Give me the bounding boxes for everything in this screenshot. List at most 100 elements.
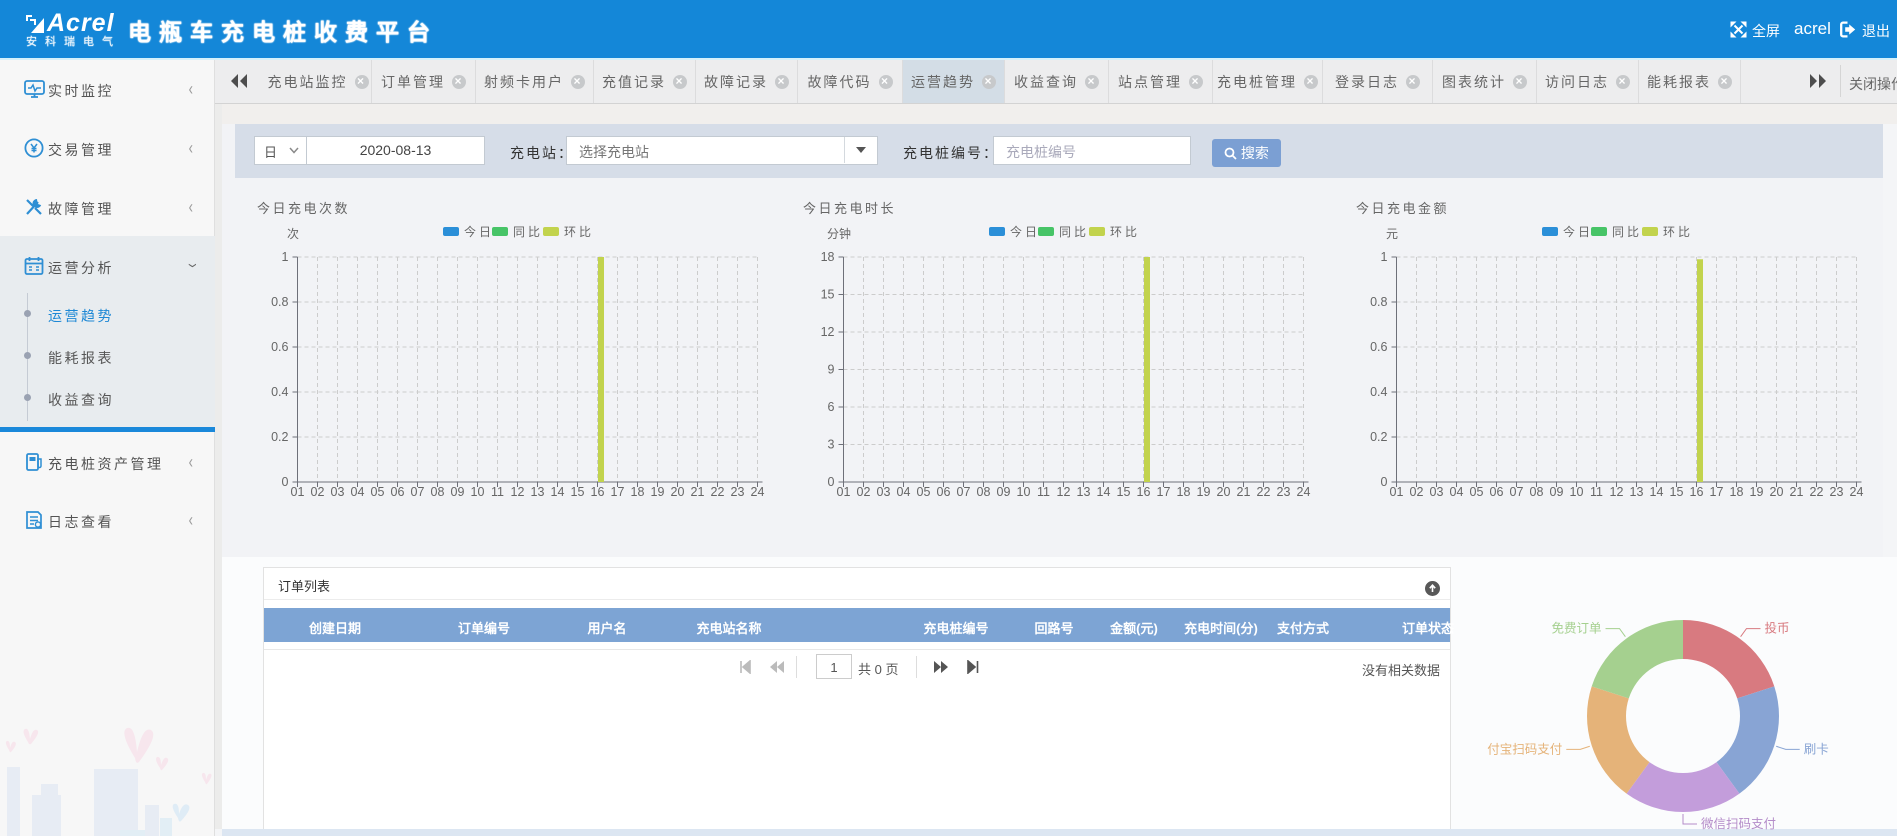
svg-text:3: 3 [828,438,835,452]
svg-text:24: 24 [751,485,765,499]
svg-text:10: 10 [1017,485,1031,499]
svg-text:02: 02 [311,485,325,499]
svg-text:17: 17 [1710,485,1724,499]
svg-text:0.8: 0.8 [1370,295,1387,309]
svg-text:10: 10 [471,485,485,499]
svg-text:15: 15 [1117,485,1131,499]
svg-text:今日充电次数: 今日充电次数 [257,201,350,216]
svg-text:06: 06 [1490,485,1504,499]
svg-text:24: 24 [1297,485,1311,499]
svg-text:21: 21 [1237,485,1251,499]
svg-text:13: 13 [531,485,545,499]
svg-text:13: 13 [1630,485,1644,499]
svg-text:0.4: 0.4 [271,385,288,399]
svg-text:22: 22 [711,485,725,499]
svg-text:09: 09 [997,485,1011,499]
svg-text:同比: 同比 [513,225,543,239]
svg-text:今日: 今日 [1563,224,1593,239]
svg-text:07: 07 [957,485,971,499]
svg-text:次: 次 [287,227,299,241]
svg-text:今日: 今日 [464,224,494,239]
svg-text:08: 08 [431,485,445,499]
svg-text:02: 02 [857,485,871,499]
svg-text:今日充电金额: 今日充电金额 [1356,201,1449,216]
svg-text:24: 24 [1850,485,1864,499]
svg-text:11: 11 [1590,485,1603,499]
svg-text:17: 17 [611,485,625,499]
svg-text:12: 12 [511,485,525,499]
svg-text:11: 11 [491,485,504,499]
svg-text:01: 01 [837,485,851,499]
svg-text:10: 10 [1570,485,1584,499]
svg-text:22: 22 [1257,485,1271,499]
svg-text:18: 18 [1730,485,1744,499]
svg-text:19: 19 [1750,485,1764,499]
svg-text:元: 元 [1386,227,1398,241]
svg-text:23: 23 [731,485,745,499]
svg-text:1: 1 [282,250,289,264]
svg-text:16: 16 [591,485,605,499]
svg-text:环比: 环比 [1110,225,1140,239]
svg-text:0.2: 0.2 [1370,430,1387,444]
svg-text:同比: 同比 [1612,225,1642,239]
svg-text:15: 15 [821,288,835,302]
svg-text:今日: 今日 [1010,224,1040,239]
svg-text:03: 03 [1430,485,1444,499]
svg-text:21: 21 [1790,485,1804,499]
svg-text:14: 14 [1097,485,1111,499]
svg-text:16: 16 [1137,485,1151,499]
svg-text:16: 16 [1690,485,1704,499]
svg-text:环比: 环比 [1663,225,1693,239]
svg-text:02: 02 [1410,485,1424,499]
svg-text:05: 05 [1470,485,1484,499]
svg-text:06: 06 [937,485,951,499]
svg-text:09: 09 [1550,485,1564,499]
svg-text:22: 22 [1810,485,1824,499]
svg-text:07: 07 [411,485,425,499]
svg-text:0.2: 0.2 [271,430,288,444]
svg-text:0: 0 [282,475,289,489]
svg-text:14: 14 [551,485,565,499]
svg-text:05: 05 [371,485,385,499]
svg-text:20: 20 [1770,485,1784,499]
svg-text:08: 08 [977,485,991,499]
svg-text:0.6: 0.6 [271,340,288,354]
svg-text:9: 9 [828,363,835,377]
svg-text:01: 01 [291,485,305,499]
svg-text:0.8: 0.8 [271,295,288,309]
svg-text:03: 03 [331,485,345,499]
svg-text:0.6: 0.6 [1370,340,1387,354]
svg-text:14: 14 [1650,485,1664,499]
svg-text:15: 15 [571,485,585,499]
svg-text:19: 19 [1197,485,1211,499]
svg-text:20: 20 [671,485,685,499]
svg-text:环比: 环比 [564,225,594,239]
svg-text:0: 0 [1381,475,1388,489]
svg-text:15: 15 [1670,485,1684,499]
svg-text:08: 08 [1530,485,1544,499]
svg-text:05: 05 [917,485,931,499]
svg-text:1: 1 [1381,250,1388,264]
svg-text:0: 0 [828,475,835,489]
svg-text:18: 18 [821,250,835,264]
svg-text:13: 13 [1077,485,1091,499]
svg-text:21: 21 [691,485,705,499]
svg-text:06: 06 [391,485,405,499]
svg-text:04: 04 [1450,485,1464,499]
svg-text:04: 04 [351,485,365,499]
svg-text:20: 20 [1217,485,1231,499]
svg-text:04: 04 [897,485,911,499]
svg-text:12: 12 [1610,485,1624,499]
svg-text:同比: 同比 [1059,225,1089,239]
svg-text:23: 23 [1277,485,1291,499]
svg-text:18: 18 [631,485,645,499]
svg-text:今日充电时长: 今日充电时长 [803,201,896,216]
svg-text:09: 09 [451,485,465,499]
svg-text:19: 19 [651,485,665,499]
svg-text:17: 17 [1157,485,1171,499]
svg-text:03: 03 [877,485,891,499]
svg-text:01: 01 [1390,485,1404,499]
svg-text:11: 11 [1037,485,1050,499]
svg-text:0.4: 0.4 [1370,385,1387,399]
svg-text:12: 12 [1057,485,1071,499]
